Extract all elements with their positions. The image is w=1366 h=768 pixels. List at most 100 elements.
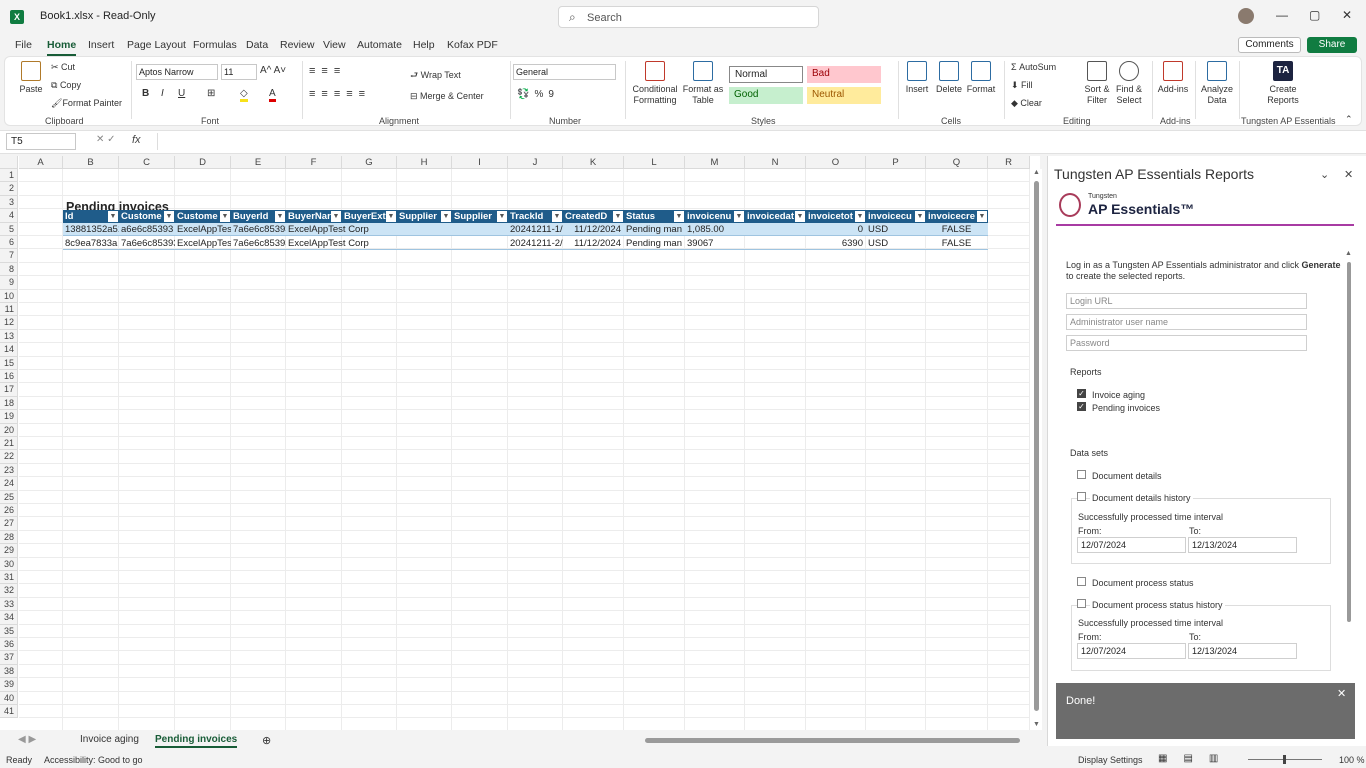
zoom-level[interactable]: 100 % xyxy=(1339,755,1365,765)
filter-dropdown-icon[interactable]: ▼ xyxy=(108,210,118,222)
table-cell[interactable] xyxy=(397,237,452,250)
maximize-button[interactable]: ▢ xyxy=(1309,8,1320,22)
cut-button[interactable]: ✂ Cut xyxy=(51,62,75,73)
table-cell[interactable]: USD xyxy=(866,237,926,250)
table-cell[interactable]: 1,085.00 xyxy=(685,223,745,236)
row-header[interactable]: 9 xyxy=(0,276,18,290)
pending-invoices-checkbox[interactable]: ✓ xyxy=(1077,402,1086,411)
row-header[interactable]: 23 xyxy=(0,463,18,478)
create-reports-button[interactable]: TA Create Reports xyxy=(1261,61,1305,106)
filter-dropdown-icon[interactable]: ▼ xyxy=(220,210,230,222)
login-url-input[interactable]: Login URL xyxy=(1066,293,1307,309)
filter-dropdown-icon[interactable]: ▼ xyxy=(855,210,865,222)
column-header[interactable]: A xyxy=(19,156,63,169)
table-cell[interactable]: 11/12/2024 xyxy=(563,223,624,236)
column-header[interactable]: N xyxy=(745,156,806,169)
share-button[interactable]: Share xyxy=(1307,37,1357,53)
password-input[interactable]: Password xyxy=(1066,335,1307,351)
table-cell[interactable]: FALSE xyxy=(926,223,988,236)
column-header[interactable]: D xyxy=(175,156,231,169)
filter-dropdown-icon[interactable]: ▼ xyxy=(386,210,396,222)
table-cell[interactable]: 8c9ea7833a xyxy=(63,237,119,250)
table-cell[interactable]: 39067 xyxy=(685,237,745,250)
table-cell[interactable]: 7a6e6c85393 xyxy=(231,223,286,236)
name-box[interactable]: T5 xyxy=(6,133,76,150)
style-good[interactable]: Good xyxy=(729,87,803,104)
pending-invoices-label[interactable]: Pending invoices xyxy=(1092,403,1160,413)
document-process-status-checkbox[interactable] xyxy=(1077,577,1086,586)
font-size-select[interactable]: 11 xyxy=(221,64,257,80)
italic-button[interactable]: I xyxy=(161,88,164,99)
column-header[interactable]: J xyxy=(508,156,563,169)
row-header[interactable]: 21 xyxy=(0,437,18,451)
table-cell[interactable]: a6e6c85393 xyxy=(119,223,175,236)
find-select-button[interactable]: Find & Select xyxy=(1111,61,1147,106)
number-format-select[interactable]: General xyxy=(513,64,616,80)
row-header[interactable]: 34 xyxy=(0,611,18,625)
number-format-icons[interactable]: 💱%9 xyxy=(517,89,559,100)
add-sheet-icon[interactable]: ⊕ xyxy=(262,734,271,747)
function-icon[interactable]: fx xyxy=(132,134,141,146)
row-header[interactable]: 14 xyxy=(0,343,18,357)
format-as-table-button[interactable]: Format as Table xyxy=(681,61,725,106)
prev-sheet-icon[interactable]: ◀ ▶ xyxy=(18,734,36,745)
pane-scrollbar[interactable]: ▲ xyxy=(1345,250,1353,680)
bold-button[interactable]: B xyxy=(142,88,149,99)
table-cell[interactable]: 0 xyxy=(806,223,866,236)
date-from-input-2[interactable]: 12/07/2024 xyxy=(1077,643,1186,659)
collapse-ribbon-icon[interactable]: ⌃ xyxy=(1345,114,1353,125)
column-header[interactable]: F xyxy=(286,156,342,169)
table-header-cell[interactable]: TrackId ▼ xyxy=(508,209,563,223)
table-cell[interactable]: USD xyxy=(866,223,926,236)
avatar[interactable] xyxy=(1238,8,1254,24)
borders-icon[interactable]: ⊞ xyxy=(207,88,215,99)
pane-close-icon[interactable]: ✕ xyxy=(1344,168,1353,181)
table-cell[interactable]: 7a6e6c85393 xyxy=(119,237,175,250)
admin-user-input[interactable]: Administrator user name xyxy=(1066,314,1307,330)
sheet-tab-pending-invoices[interactable]: Pending invoices xyxy=(155,734,238,748)
tab-kofax-pdf[interactable]: Kofax PDF xyxy=(447,39,498,51)
column-header[interactable]: H xyxy=(397,156,452,169)
column-header[interactable]: P xyxy=(866,156,926,169)
row-header[interactable]: 7 xyxy=(0,249,18,263)
minimize-button[interactable]: — xyxy=(1276,8,1288,22)
table-cell[interactable]: 13881352a517 xyxy=(63,223,119,236)
row-header[interactable]: 19 xyxy=(0,410,18,424)
sort-filter-button[interactable]: Sort & Filter xyxy=(1081,61,1113,106)
filter-dropdown-icon[interactable]: ▼ xyxy=(734,210,744,222)
row-header[interactable]: 1 xyxy=(0,169,18,183)
pane-options-chevron-icon[interactable]: ⌄ xyxy=(1320,168,1329,181)
tab-page-layout[interactable]: Page Layout xyxy=(127,39,186,51)
row-header[interactable]: 36 xyxy=(0,638,18,652)
tab-help[interactable]: Help xyxy=(413,39,435,51)
cancel-confirm-icons[interactable]: ✕ ✓ xyxy=(96,134,116,145)
document-process-history-label[interactable]: Document process status history xyxy=(1090,600,1225,610)
wrap-text-button[interactable]: ⮐ Wrap Text xyxy=(410,68,461,84)
zoom-slider-thumb[interactable] xyxy=(1283,755,1286,764)
row-header[interactable]: 22 xyxy=(0,450,18,464)
filter-dropdown-icon[interactable]: ▼ xyxy=(275,210,285,222)
column-header[interactable]: K xyxy=(563,156,624,169)
table-cell[interactable] xyxy=(745,223,806,236)
conditional-formatting-button[interactable]: Conditional Formatting xyxy=(629,61,681,106)
tab-formulas[interactable]: Formulas xyxy=(193,39,237,51)
filter-dropdown-icon[interactable]: ▼ xyxy=(441,210,451,222)
display-settings-button[interactable]: Display Settings xyxy=(1078,755,1143,765)
view-mode-icons[interactable]: ▦▤▥ xyxy=(1158,753,1234,764)
table-cell[interactable]: ExcelAppTes xyxy=(175,223,231,236)
table-header-cell[interactable]: BuyerId ▼ xyxy=(231,209,286,223)
filter-dropdown-icon[interactable]: ▼ xyxy=(795,210,805,222)
formula-input[interactable] xyxy=(157,133,1027,150)
row-header[interactable]: 40 xyxy=(0,691,18,705)
row-header[interactable]: 29 xyxy=(0,544,18,558)
table-header-cell[interactable]: invoicecre ▼ xyxy=(926,209,988,223)
style-bad[interactable]: Bad xyxy=(807,66,881,83)
filter-dropdown-icon[interactable]: ▼ xyxy=(497,210,507,222)
paste-button[interactable]: Paste xyxy=(17,61,45,95)
table-header-cell[interactable]: Custome ▼ xyxy=(175,209,231,223)
font-name-select[interactable]: Aptos Narrow xyxy=(136,64,218,80)
row-header[interactable]: 33 xyxy=(0,597,18,612)
row-header[interactable]: 5 xyxy=(0,222,18,236)
row-header[interactable]: 4 xyxy=(0,209,18,223)
vertical-scrollbar[interactable]: ▲ ▼ xyxy=(1030,169,1042,730)
